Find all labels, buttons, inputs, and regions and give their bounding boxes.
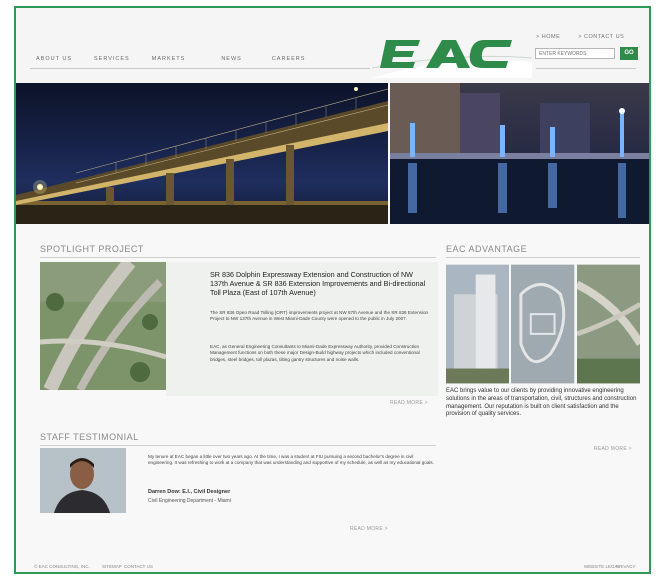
nav-markets[interactable]: MARKETS bbox=[152, 56, 186, 62]
spotlight-read-more[interactable]: READ MORE > bbox=[390, 400, 428, 406]
advantage-photos bbox=[446, 264, 640, 384]
spotlight-paragraph-1: The SR 836 Open Road Tolling (ORT) impro… bbox=[210, 310, 429, 322]
advantage-photo-interchange bbox=[576, 264, 640, 384]
nav-about-us[interactable]: ABOUT US bbox=[36, 56, 72, 62]
footer-sitemap-link[interactable]: SITEMAP bbox=[102, 564, 122, 569]
footer-contact-link[interactable]: CONTACT US bbox=[124, 564, 153, 569]
testimonial-divider bbox=[40, 445, 436, 446]
footer-copyright: © EAC CONSULTING, INC. bbox=[34, 564, 90, 569]
footer: © EAC CONSULTING, INC. SITEMAP CONTACT U… bbox=[16, 558, 649, 572]
testimonial-department: Civil Engineering Department - Miami bbox=[148, 498, 231, 504]
search-input[interactable] bbox=[535, 48, 615, 59]
spotlight-paragraph-2: EAC, as General Engineering Consultants … bbox=[210, 344, 420, 362]
nav-divider-right bbox=[536, 68, 636, 69]
staff-photo bbox=[40, 448, 126, 513]
advantage-photo-building bbox=[446, 264, 510, 384]
utility-links: > HOME > CONTACT US bbox=[536, 34, 624, 40]
advantage-read-more[interactable]: READ MORE > bbox=[594, 446, 632, 452]
search-go-button[interactable]: GO bbox=[620, 47, 638, 60]
nav-divider bbox=[30, 68, 370, 69]
advantage-photo-aerial bbox=[511, 264, 575, 384]
advantage-heading: EAC ADVANTAGE bbox=[446, 244, 528, 254]
testimonial-heading: STAFF TESTIMONIAL bbox=[40, 432, 139, 442]
home-link[interactable]: > HOME bbox=[536, 34, 560, 40]
spotlight-heading: SPOTLIGHT PROJECT bbox=[40, 244, 144, 254]
page-frame: ABOUT US SERVICES MARKETS NEWS CAREERS >… bbox=[14, 6, 651, 574]
testimonial-read-more[interactable]: READ MORE > bbox=[350, 526, 388, 532]
advantage-text: EAC brings value to our clients by provi… bbox=[446, 388, 637, 418]
nav-services[interactable]: SERVICES bbox=[94, 56, 130, 62]
spotlight-image-highway bbox=[40, 262, 166, 390]
hero-image-bridge bbox=[16, 83, 388, 224]
nav-news[interactable]: NEWS bbox=[221, 56, 242, 62]
main-nav: ABOUT US SERVICES MARKETS NEWS CAREERS bbox=[36, 56, 305, 62]
testimonial-name: Darren Dow: E.I., Civil Designer bbox=[148, 489, 231, 495]
testimonial-quote: My tenure at EAC began a little over two… bbox=[148, 454, 434, 466]
advantage-divider bbox=[446, 257, 640, 258]
nav-careers[interactable]: CAREERS bbox=[272, 56, 306, 62]
hero-image-waterfront bbox=[390, 83, 649, 224]
contact-us-link[interactable]: > CONTACT US bbox=[578, 34, 624, 40]
header: ABOUT US SERVICES MARKETS NEWS CAREERS >… bbox=[16, 8, 649, 83]
footer-legal-link[interactable]: WEBSITE LEGAL bbox=[584, 564, 620, 569]
footer-privacy-link[interactable]: PRIVACY bbox=[616, 564, 635, 569]
spotlight-title[interactable]: SR 836 Dolphin Expressway Extension and … bbox=[210, 270, 432, 297]
spotlight-divider bbox=[40, 257, 436, 258]
eac-logo[interactable] bbox=[372, 34, 532, 78]
